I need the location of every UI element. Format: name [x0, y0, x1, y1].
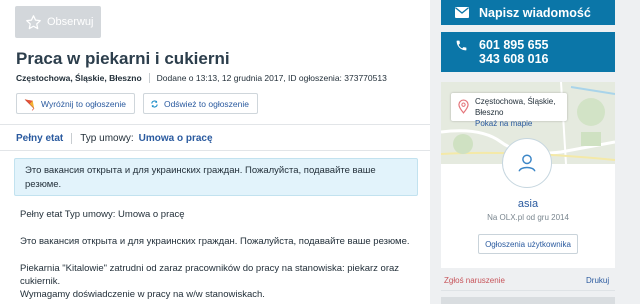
promote-ad-button[interactable]: Wyróżnij to ogłoszenie: [16, 93, 135, 114]
user-ads-button[interactable]: Ogłoszenia użytkownika: [478, 234, 578, 254]
ad-added-date: Dodane o 13:13, 12 grudnia 2017, ID ogło…: [156, 73, 387, 83]
description-line: Это вакансия открыта и для украинских гр…: [20, 236, 410, 247]
star-icon: [26, 14, 41, 29]
ad-params: Pełny etat Typ umowy: Umowa o pracę: [16, 133, 213, 144]
refresh-ad-button[interactable]: Odśwież to ogłoszenie: [143, 93, 258, 114]
send-message-button[interactable]: Napisz wiadomość: [441, 0, 615, 25]
phone-number: 343 608 016: [479, 52, 549, 66]
section-divider: [0, 124, 430, 125]
avatar: [502, 138, 552, 188]
job-type-link[interactable]: Pełny etat: [16, 133, 63, 144]
meta-divider: [148, 73, 150, 83]
phone-icon: [456, 40, 467, 51]
map-pin-icon: [458, 99, 469, 114]
follow-label: Obserwuj: [47, 16, 94, 28]
phone-button[interactable]: 601 895 655 343 608 016: [441, 32, 615, 72]
ukrainian-info-box: Это вакансия открыта и для украинских гр…: [14, 158, 418, 196]
show-on-map-link[interactable]: Pokaż na mapie: [475, 118, 567, 129]
print-link[interactable]: Drukuj: [586, 276, 609, 285]
description-line: Pełny etat Typ umowy: Umowa o pracę: [20, 209, 185, 220]
description-line: Wymagamy doświadczenie w pracy na w/w st…: [20, 289, 265, 300]
envelope-icon: [455, 7, 469, 18]
ad-title: Praca w piekarni i cukierni: [16, 49, 230, 68]
contract-type-label: Typ umowy:: [80, 133, 134, 144]
refresh-icon: [151, 99, 158, 108]
params-divider: [71, 133, 73, 144]
map-city: Częstochowa, Śląskie, Błeszno: [475, 97, 556, 117]
user-card: Częstochowa, Śląskie, Błeszno Pokaż na m…: [441, 82, 615, 268]
sidebar-divider: [441, 290, 615, 291]
description-line: cukiernik.: [20, 276, 61, 287]
ad-location: Częstochowa, Śląskie, Błeszno: [16, 73, 142, 83]
section-divider: [0, 150, 430, 151]
promote-ad-label: Wyróżnij to ogłoszenie: [41, 98, 126, 109]
user-since: Na OLX.pl od gru 2014: [487, 213, 569, 222]
report-link[interactable]: Zgłoś naruszenie: [444, 276, 505, 285]
refresh-ad-label: Odśwież to ogłoszenie: [163, 98, 249, 109]
description-line: Piekarnia "Kitalowie" zatrudni od zaraz …: [20, 263, 400, 274]
kite-icon: [24, 98, 35, 111]
user-name[interactable]: asia: [441, 198, 615, 210]
phone-numbers: 601 895 655 343 608 016: [479, 38, 549, 72]
send-message-label: Napisz wiadomość: [479, 5, 591, 20]
map-location-chip: Częstochowa, Śląskie, Błeszno Pokaż na m…: [451, 93, 567, 128]
follow-button[interactable]: Obserwuj: [15, 6, 101, 38]
user-icon: [518, 154, 536, 172]
ad-main-panel: Obserwuj Praca w piekarni i cukierni Czę…: [0, 0, 430, 304]
ad-meta: Częstochowa, Śląskie, Błeszno Dodane o 1…: [16, 73, 387, 83]
phone-number: 601 895 655: [479, 38, 549, 52]
contract-type-link[interactable]: Umowa o pracę: [139, 133, 213, 144]
sidebar-bottom-box: [441, 297, 615, 304]
